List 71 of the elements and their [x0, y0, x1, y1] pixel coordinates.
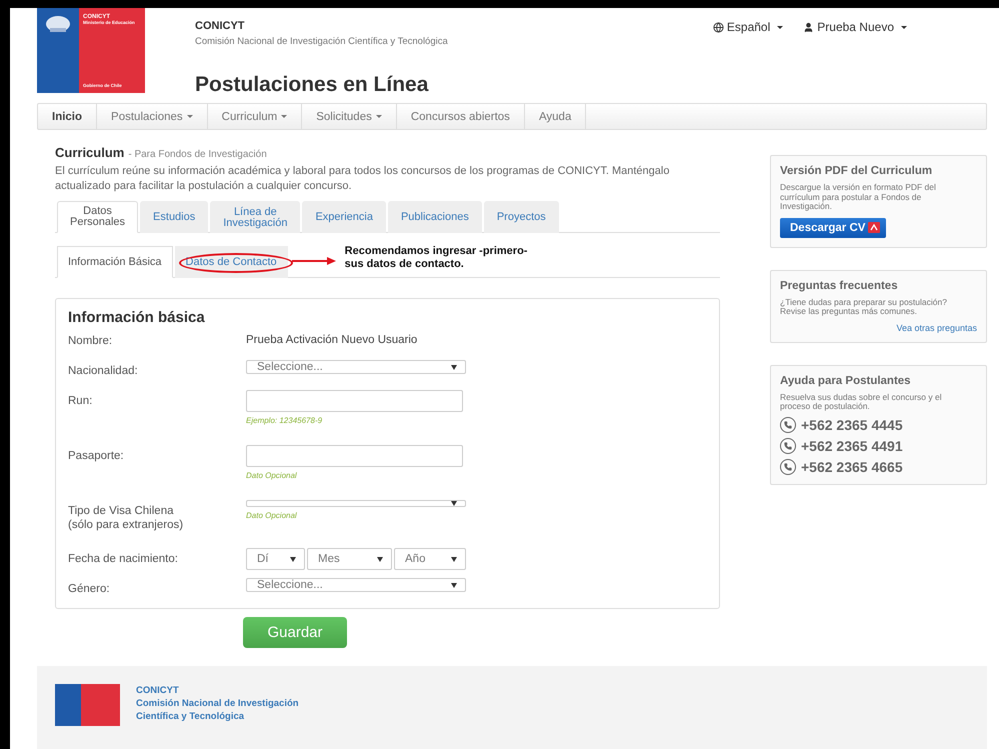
phone-number: +562 2365 4491	[801, 438, 903, 454]
card-title: Ayuda para Postulantes	[780, 374, 912, 386]
card-text: Resuelva sus dudas sobre el concurso y el proceso de postulación.	[780, 392, 943, 412]
download-button[interactable]: Descargar CV	[780, 218, 886, 238]
card-title: Versión PDF del Curriculum	[780, 165, 934, 177]
input-field[interactable]	[246, 445, 463, 467]
phone-number: +562 2365 4665	[801, 458, 903, 474]
select-dropdown[interactable]: Seleccione...	[246, 360, 466, 374]
nav-item[interactable]: Inicio	[38, 104, 98, 129]
phone-number: +562 2365 4445	[801, 416, 903, 432]
org-full-name: Comisión Nacional de Investigación Científica y Tecnológica	[195, 36, 449, 47]
globe-icon	[712, 22, 724, 32]
footer-text: Científica y Tecnológica	[136, 710, 246, 723]
site-title: Postulaciones en Línea	[195, 73, 430, 97]
field-label: Pasaporte:	[68, 449, 125, 463]
user-menu[interactable]: Prueba Nuevo	[803, 20, 907, 34]
caret-icon	[451, 501, 457, 506]
field-label: Género:	[68, 582, 111, 596]
nav-item[interactable]: Solicitudes	[302, 104, 397, 129]
field-label: Fecha de nacimiento:	[68, 552, 179, 566]
caret-icon	[451, 582, 457, 588]
phone-icon	[780, 416, 796, 432]
caret-icon	[377, 556, 383, 562]
select-dropdown[interactable]	[246, 500, 466, 507]
field-label: Nombre:	[68, 334, 114, 348]
select-dropdown[interactable]: Año	[394, 548, 466, 570]
tab[interactable]: Información Básica	[57, 246, 173, 278]
field-label: Nacionalidad:	[68, 364, 139, 378]
field-hint: Dato Opcional	[246, 471, 298, 480]
page-description: El currículum reúne su información académica y laboral para todos los concursos de los programas de CONICYT. Manténgalo actualizado para facilitar la postulación a cualquier concurso.	[55, 164, 670, 194]
tab[interactable]: Datos Personales	[57, 201, 138, 233]
name-value: Prueba Activación Nuevo Usuario	[246, 333, 418, 348]
nav-item[interactable]: Curriculum	[208, 104, 302, 129]
org-name: CONICYT	[195, 20, 246, 32]
form-title: Información básica	[68, 309, 206, 326]
card-text: Descargue la versión en formato PDF del currículum para postular a Fondos de Investigación.	[780, 183, 937, 212]
field-hint: Dato Opcional	[246, 511, 298, 520]
language-menu[interactable]: Español	[712, 20, 784, 34]
annotation-text: Recomendamos ingresar -primero- sus datos de contacto.	[344, 245, 528, 271]
input-field[interactable]	[246, 390, 463, 412]
caret-icon	[451, 556, 457, 562]
tab[interactable]: Experiencia	[302, 201, 386, 233]
faq-link[interactable]: Vea otras preguntas	[896, 322, 977, 332]
footer-logo-drawing	[55, 684, 120, 726]
crest-icon	[44, 14, 72, 34]
tab[interactable]: Publicaciones	[388, 201, 482, 233]
tab[interactable]: Estudios	[140, 201, 208, 233]
card-text: ¿Tiene dudas para preparar su postulación? Revise las preguntas más comunes.	[780, 298, 948, 316]
card-title: Preguntas frecuentes	[780, 280, 899, 292]
select-dropdown[interactable]: Mes	[307, 548, 392, 570]
phone-icon	[780, 458, 796, 474]
save-button[interactable]: Guardar	[243, 617, 347, 648]
field-label: Tipo de Visa Chilena (sólo para extranjeros)	[68, 504, 184, 532]
user-icon	[803, 22, 814, 32]
tab[interactable]: Proyectos	[484, 201, 559, 233]
caret-icon	[451, 364, 457, 370]
tab[interactable]: Línea de Investigación	[210, 201, 300, 233]
page-title: Curriculum - Para Fondos de Investigación	[55, 145, 268, 160]
footer-text: CONICYT	[136, 684, 180, 697]
pdf-icon	[868, 222, 880, 233]
phone-icon	[780, 438, 796, 454]
field-hint: Ejemplo: 12345678-9	[246, 416, 324, 425]
select-dropdown[interactable]: Seleccione...	[246, 578, 466, 592]
field-label: Run:	[68, 394, 94, 408]
caret-icon	[290, 556, 296, 562]
nav-item[interactable]: Concursos abiertos	[396, 104, 525, 129]
nav-item[interactable]: Postulaciones	[97, 104, 208, 129]
footer-text: Comisión Nacional de Investigación	[136, 697, 299, 710]
arrow-icon	[292, 256, 337, 266]
nav-item[interactable]: Ayuda	[524, 104, 586, 129]
select-dropdown[interactable]: Dí	[246, 548, 305, 570]
